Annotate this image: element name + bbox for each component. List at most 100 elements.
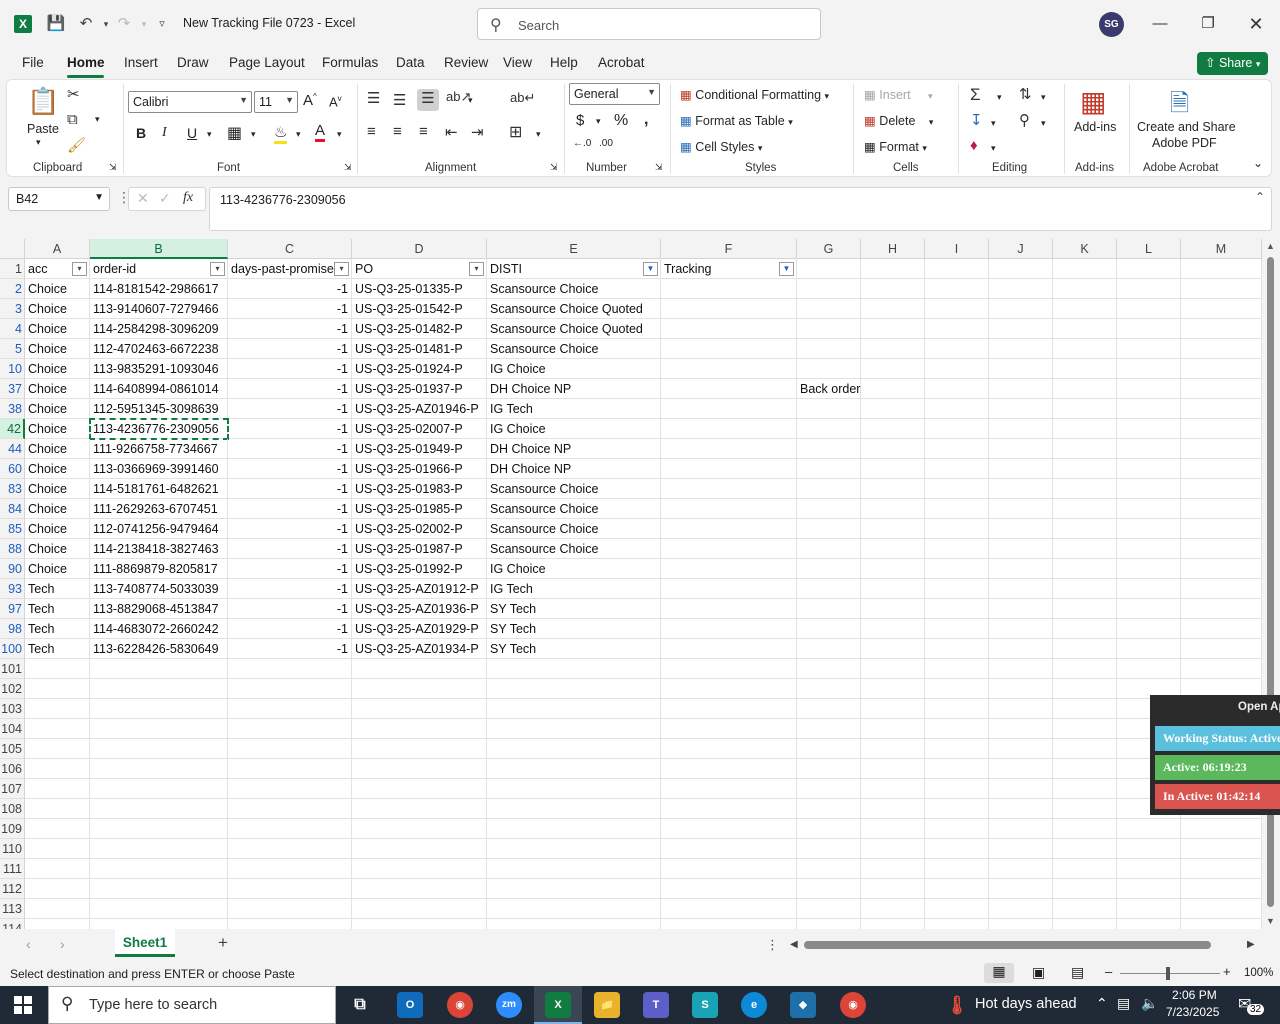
clipboard-launcher-icon[interactable]: ⇲: [109, 162, 117, 173]
table-cell[interactable]: [1181, 579, 1262, 599]
table-cell[interactable]: Choice: [25, 279, 90, 299]
table-cell[interactable]: [861, 379, 925, 399]
table-cell[interactable]: [797, 779, 861, 799]
row-header[interactable]: 104: [0, 719, 25, 739]
table-cell[interactable]: [925, 419, 989, 439]
table-cell[interactable]: [861, 859, 925, 879]
filter-dropdown-icon[interactable]: ▾: [334, 262, 349, 276]
table-cell[interactable]: Choice: [25, 379, 90, 399]
table-cell[interactable]: [989, 359, 1053, 379]
chrome-profile-icon[interactable]: ◉: [840, 992, 866, 1018]
table-cell[interactable]: [925, 799, 989, 819]
row-header[interactable]: 84: [0, 499, 25, 519]
table-cell[interactable]: [797, 399, 861, 419]
table-cell[interactable]: [1053, 919, 1117, 929]
table-cell[interactable]: [228, 879, 352, 899]
table-cell[interactable]: [797, 499, 861, 519]
format-as-table-button[interactable]: ▦ Format as Table ▾: [680, 113, 793, 128]
row-header[interactable]: 113: [0, 899, 25, 919]
table-cell[interactable]: -1: [228, 619, 352, 639]
table-cell[interactable]: [228, 899, 352, 919]
table-cell[interactable]: Choice: [25, 559, 90, 579]
table-cell[interactable]: [1053, 559, 1117, 579]
table-cell[interactable]: [925, 359, 989, 379]
table-cell[interactable]: US-Q3-25-01924-P: [352, 359, 487, 379]
table-cell[interactable]: [1117, 819, 1181, 839]
confirm-entry-icon[interactable]: ✓: [159, 190, 171, 207]
table-cell[interactable]: [1117, 519, 1181, 539]
table-cell[interactable]: Choice: [25, 319, 90, 339]
table-cell[interactable]: [487, 899, 661, 919]
table-cell[interactable]: 114-2138418-3827463: [90, 539, 228, 559]
table-cell[interactable]: [487, 779, 661, 799]
table-cell[interactable]: [925, 819, 989, 839]
table-cell[interactable]: [861, 679, 925, 699]
tab-acrobat[interactable]: Acrobat: [598, 55, 645, 70]
table-cell[interactable]: [90, 919, 228, 929]
table-cell[interactable]: [861, 499, 925, 519]
table-cell[interactable]: [1117, 839, 1181, 859]
tab-help[interactable]: Help: [550, 55, 578, 70]
table-cell[interactable]: Scansource Choice: [487, 479, 661, 499]
table-cell[interactable]: [925, 659, 989, 679]
scroll-right-icon[interactable]: ▶: [1247, 939, 1255, 950]
table-cell[interactable]: US-Q3-25-01992-P: [352, 559, 487, 579]
table-cell[interactable]: [90, 779, 228, 799]
column-header-l[interactable]: L: [1117, 239, 1181, 259]
table-cell[interactable]: [861, 419, 925, 439]
table-cell[interactable]: [1181, 479, 1262, 499]
table-cell[interactable]: [1181, 819, 1262, 839]
table-cell[interactable]: [487, 719, 661, 739]
table-cell[interactable]: [90, 819, 228, 839]
table-cell[interactable]: [352, 779, 487, 799]
outlook-icon[interactable]: O: [397, 992, 423, 1018]
table-cell[interactable]: US-Q3-25-AZ01946-P: [352, 399, 487, 419]
table-cell[interactable]: 113-9835291-1093046: [90, 359, 228, 379]
table-cell[interactable]: IG Choice: [487, 559, 661, 579]
table-cell[interactable]: [1053, 419, 1117, 439]
table-cell[interactable]: [989, 659, 1053, 679]
table-cell[interactable]: [861, 339, 925, 359]
number-format-combo[interactable]: General ▼: [569, 83, 660, 105]
table-cell[interactable]: [90, 659, 228, 679]
table-cell[interactable]: [797, 539, 861, 559]
tab-split-icon[interactable]: ⋮: [766, 937, 779, 953]
header-cell[interactable]: [1117, 259, 1181, 279]
table-cell[interactable]: [797, 759, 861, 779]
table-cell[interactable]: [797, 919, 861, 929]
table-cell[interactable]: [352, 719, 487, 739]
table-cell[interactable]: [90, 739, 228, 759]
table-cell[interactable]: [228, 659, 352, 679]
previous-sheet-icon[interactable]: ‹: [26, 936, 31, 952]
table-cell[interactable]: 113-8829068-4513847: [90, 599, 228, 619]
table-cell[interactable]: 113-9140607-7279466: [90, 299, 228, 319]
table-cell[interactable]: [1181, 619, 1262, 639]
table-cell[interactable]: [25, 739, 90, 759]
zoom-app-icon[interactable]: zm: [496, 992, 522, 1018]
table-cell[interactable]: 114-6408994-0861014: [90, 379, 228, 399]
tab-page-layout[interactable]: Page Layout: [229, 55, 305, 70]
table-cell[interactable]: [661, 819, 797, 839]
table-cell[interactable]: [925, 299, 989, 319]
table-cell[interactable]: 111-2629263-6707451: [90, 499, 228, 519]
row-header[interactable]: 1: [0, 259, 25, 279]
table-cell[interactable]: [1117, 279, 1181, 299]
table-cell[interactable]: US-Q3-25-01482-P: [352, 319, 487, 339]
decrease-font-size-icon[interactable]: Av: [329, 94, 342, 109]
table-cell[interactable]: [90, 699, 228, 719]
table-cell[interactable]: [487, 759, 661, 779]
header-cell[interactable]: [925, 259, 989, 279]
table-cell[interactable]: US-Q3-25-01966-P: [352, 459, 487, 479]
search-input[interactable]: [518, 15, 808, 35]
table-cell[interactable]: [989, 879, 1053, 899]
find-select-icon[interactable]: ⚲: [1019, 111, 1030, 129]
minimize-icon[interactable]: —: [1145, 10, 1175, 38]
table-cell[interactable]: [925, 519, 989, 539]
header-cell[interactable]: days-past-promise ▾: [228, 259, 352, 279]
cut-icon[interactable]: ✂: [67, 85, 80, 103]
table-cell[interactable]: [989, 639, 1053, 659]
table-cell[interactable]: [661, 839, 797, 859]
table-cell[interactable]: [861, 439, 925, 459]
table-cell[interactable]: -1: [228, 499, 352, 519]
column-header-k[interactable]: K: [1053, 239, 1117, 259]
